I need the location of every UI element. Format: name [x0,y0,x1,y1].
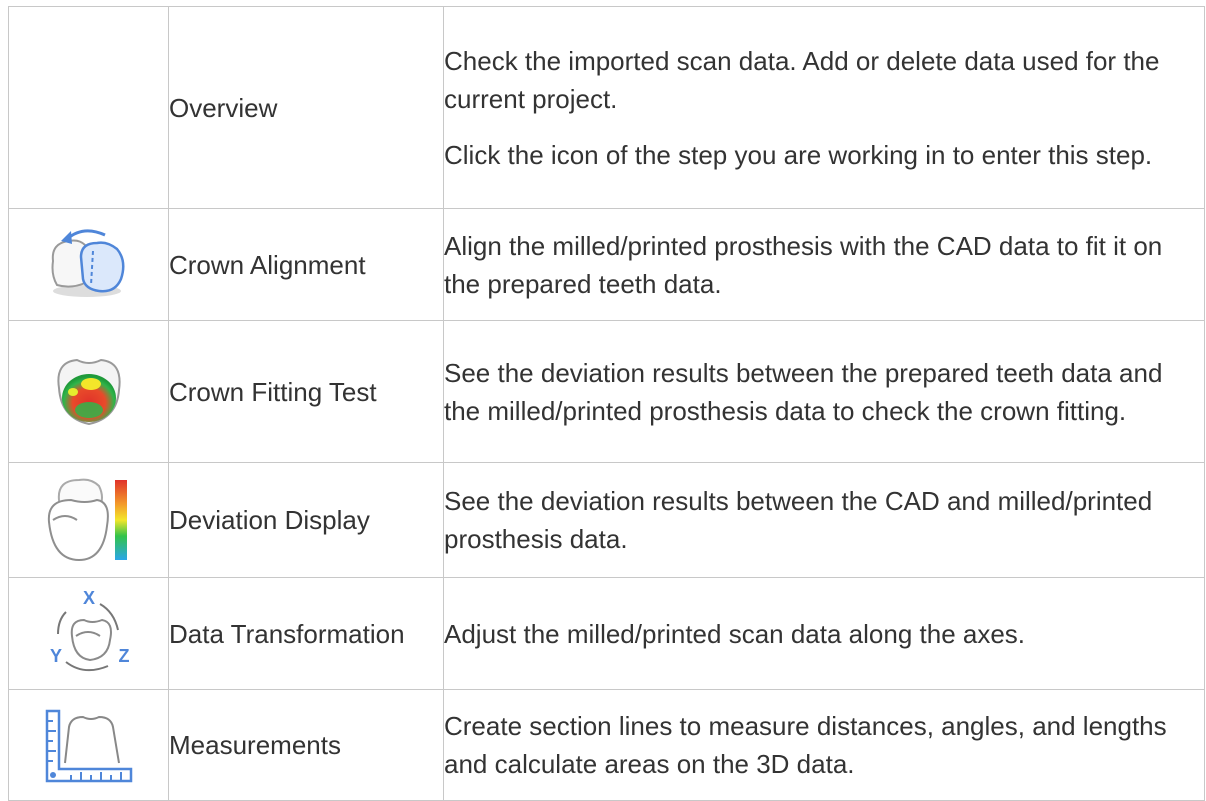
step-description-deviation-display: See the deviation results between the CA… [443,462,1205,578]
table-row-measurements: Measurements Create section lines to mea… [8,689,1205,801]
crown-alignment-icon[interactable] [41,227,137,303]
icon-cell-empty [8,6,169,209]
axis-label-y: Y [49,646,61,666]
step-description-crown-fitting-test: See the deviation results between the pr… [443,320,1205,463]
step-description-overview: Check the imported scan data. Add or del… [443,6,1205,209]
axis-label-x: X [82,590,94,608]
description-paragraph: Adjust the milled/printed scan data alon… [444,618,1026,649]
step-description-measurements: Create section lines to measure distance… [443,689,1205,801]
table-row-deviation-display: Deviation Display See the deviation resu… [8,462,1205,578]
step-name-overview: Overview [168,6,444,209]
description-paragraph: See the deviation results between the CA… [444,486,1153,554]
step-name-deviation-display: Deviation Display [168,462,444,578]
description-paragraph: Check the imported scan data. Add or del… [444,45,1160,114]
description-paragraph: See the deviation results between the pr… [444,357,1163,426]
step-name-data-transformation: Data Transformation [168,577,444,690]
crown-fitting-test-icon[interactable] [49,348,129,436]
axis-label-z: Z [118,646,129,666]
table-row-crown-alignment: Crown Alignment Align the milled/printed… [8,208,1205,321]
table-row-overview: Overview Check the imported scan data. A… [8,6,1205,209]
step-description-crown-alignment: Align the milled/printed prosthesis with… [443,208,1205,321]
description-paragraph: Click the icon of the step you are worki… [444,139,1153,170]
description-paragraph: Create section lines to measure distance… [444,711,1167,779]
deviation-display-icon[interactable] [41,474,137,566]
description-paragraph: Align the milled/printed prosthesis with… [444,230,1163,299]
step-description-data-transformation: Adjust the milled/printed scan data alon… [443,577,1205,690]
steps-table: Overview Check the imported scan data. A… [8,6,1205,801]
step-name-crown-alignment: Crown Alignment [168,208,444,321]
step-name-measurements: Measurements [168,689,444,801]
table-row-crown-fitting-test: Crown Fitting Test See the deviation res… [8,320,1205,463]
step-name-crown-fitting-test: Crown Fitting Test [168,320,444,463]
measurements-icon[interactable] [43,705,135,785]
data-transformation-icon[interactable]: X Y Z [44,590,134,678]
table-row-data-transformation: X Y Z Data Transformation Adjust the mil… [8,577,1205,690]
